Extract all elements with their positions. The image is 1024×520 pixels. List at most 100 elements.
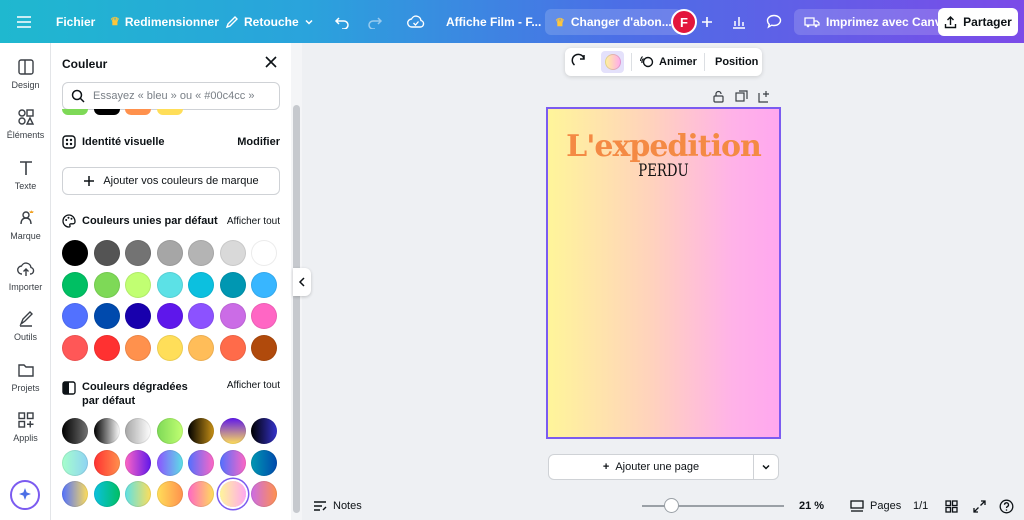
poster-subtitle[interactable]: PERDU [573, 161, 753, 181]
color-swatch[interactable] [125, 334, 151, 361]
avatar[interactable]: F [671, 9, 697, 35]
file-menu[interactable]: Fichier [56, 0, 95, 43]
gradient-swatch[interactable] [62, 449, 88, 476]
color-search[interactable] [62, 82, 280, 110]
add-page-dropdown[interactable] [754, 454, 779, 480]
color-swatch[interactable] [125, 271, 151, 298]
insights-button[interactable] [731, 0, 747, 43]
rail-item-projects[interactable]: Projets [0, 361, 51, 393]
color-swatch[interactable] [62, 109, 88, 115]
invite-button[interactable] [701, 0, 713, 43]
gradient-swatch[interactable] [188, 418, 214, 444]
document-title[interactable]: Affiche Film - F... [446, 0, 541, 43]
zoom-slider-handle[interactable] [664, 498, 679, 513]
rail-item-elements[interactable]: Éléments [0, 108, 51, 140]
gradient-swatch[interactable] [251, 449, 277, 476]
retouch-button[interactable]: Retouche [225, 0, 314, 43]
share-button[interactable]: Partager [938, 8, 1018, 36]
print-button[interactable]: Imprimez avec Canva [794, 9, 959, 35]
rail-item-apps[interactable]: Applis [0, 411, 51, 443]
color-swatch[interactable] [93, 109, 120, 115]
redo-button[interactable] [367, 0, 383, 43]
color-swatch[interactable] [251, 303, 277, 329]
color-swatch[interactable] [251, 334, 277, 361]
lock-icon[interactable] [712, 90, 725, 103]
notes-button[interactable]: Notes [313, 492, 362, 520]
close-icon[interactable] [263, 54, 279, 70]
color-swatch[interactable] [93, 271, 120, 298]
color-swatch[interactable] [125, 303, 151, 329]
color-swatch[interactable] [251, 240, 277, 266]
color-swatch[interactable] [125, 240, 151, 266]
gradient-swatch[interactable] [125, 418, 151, 444]
brand-kit-edit-link[interactable]: Modifier [237, 136, 280, 148]
cloud-save-button[interactable] [407, 0, 425, 43]
gradient-colors-see-all[interactable]: Afficher tout [227, 380, 280, 391]
poster-title[interactable]: L'expedition [548, 129, 779, 164]
gradient-swatch[interactable] [156, 449, 183, 476]
color-swatch[interactable] [62, 240, 88, 266]
color-swatch[interactable] [156, 240, 183, 266]
gradient-swatch[interactable] [62, 418, 88, 444]
comments-button[interactable] [766, 0, 782, 43]
add-brand-colors-button[interactable]: Ajouter vos couleurs de marque [62, 167, 280, 195]
zoom-level[interactable]: 21 % [799, 492, 824, 520]
rail-item-brand[interactable]: Marque [0, 209, 51, 241]
color-swatch[interactable] [62, 271, 88, 298]
color-swatch[interactable] [62, 334, 88, 361]
collapse-panel-button[interactable] [293, 268, 311, 296]
fullscreen-button[interactable] [973, 492, 986, 520]
gradient-swatch[interactable] [219, 418, 246, 444]
magic-edit-button[interactable] [571, 53, 588, 73]
color-swatch[interactable] [219, 303, 246, 329]
color-swatch[interactable] [156, 334, 183, 361]
magic-assistant-button[interactable] [10, 480, 40, 510]
design-page[interactable]: L'expedition PERDU [546, 107, 781, 439]
color-swatch[interactable] [219, 334, 246, 361]
color-swatch[interactable] [93, 240, 120, 266]
gradient-swatch[interactable] [156, 481, 183, 507]
color-swatch[interactable] [188, 240, 214, 266]
grid-view-button[interactable] [945, 492, 958, 520]
gradient-swatch[interactable] [251, 481, 277, 507]
position-button[interactable]: Position [715, 48, 758, 76]
add-page-button[interactable]: + Ajouter une page [548, 454, 754, 480]
duplicate-page-icon[interactable] [735, 90, 748, 103]
gradient-swatch[interactable] [125, 449, 151, 476]
color-swatch[interactable] [62, 303, 88, 329]
color-picker-button[interactable] [601, 51, 624, 73]
rail-item-text[interactable]: Texte [0, 159, 51, 191]
solid-colors-see-all[interactable]: Afficher tout [227, 216, 280, 227]
gradient-swatch[interactable] [188, 481, 214, 507]
color-swatch[interactable] [188, 303, 214, 329]
gradient-swatch[interactable] [62, 481, 88, 507]
gradient-swatch[interactable] [251, 418, 277, 444]
color-swatch[interactable] [125, 109, 151, 115]
color-swatch[interactable] [188, 271, 214, 298]
color-swatch[interactable] [188, 334, 214, 361]
gradient-swatch[interactable] [93, 449, 120, 476]
rail-item-tools[interactable]: Outils [0, 310, 51, 342]
color-swatch[interactable] [93, 303, 120, 329]
rail-item-design[interactable]: Design [0, 58, 51, 90]
add-page-icon[interactable] [758, 90, 771, 103]
menu-button[interactable] [16, 0, 32, 43]
gradient-swatch[interactable] [93, 418, 120, 444]
gradient-swatch[interactable] [219, 449, 246, 476]
resize-button[interactable]: ♛ Redimensionner [110, 0, 219, 43]
help-button[interactable] [999, 492, 1014, 520]
gradient-swatch-selected[interactable] [219, 481, 246, 507]
undo-button[interactable] [334, 0, 350, 43]
color-swatch[interactable] [251, 271, 277, 298]
pages-button[interactable]: Pages [850, 492, 901, 520]
color-swatch[interactable] [156, 271, 183, 298]
scrollbar-thumb[interactable] [293, 105, 300, 513]
gradient-swatch[interactable] [188, 449, 214, 476]
color-swatch[interactable] [219, 271, 246, 298]
color-search-input[interactable] [93, 90, 273, 102]
rail-item-uploads[interactable]: Importer [0, 260, 51, 292]
color-swatch[interactable] [156, 303, 183, 329]
gradient-swatch[interactable] [156, 418, 183, 444]
gradient-swatch[interactable] [125, 481, 151, 507]
color-swatch[interactable] [93, 334, 120, 361]
